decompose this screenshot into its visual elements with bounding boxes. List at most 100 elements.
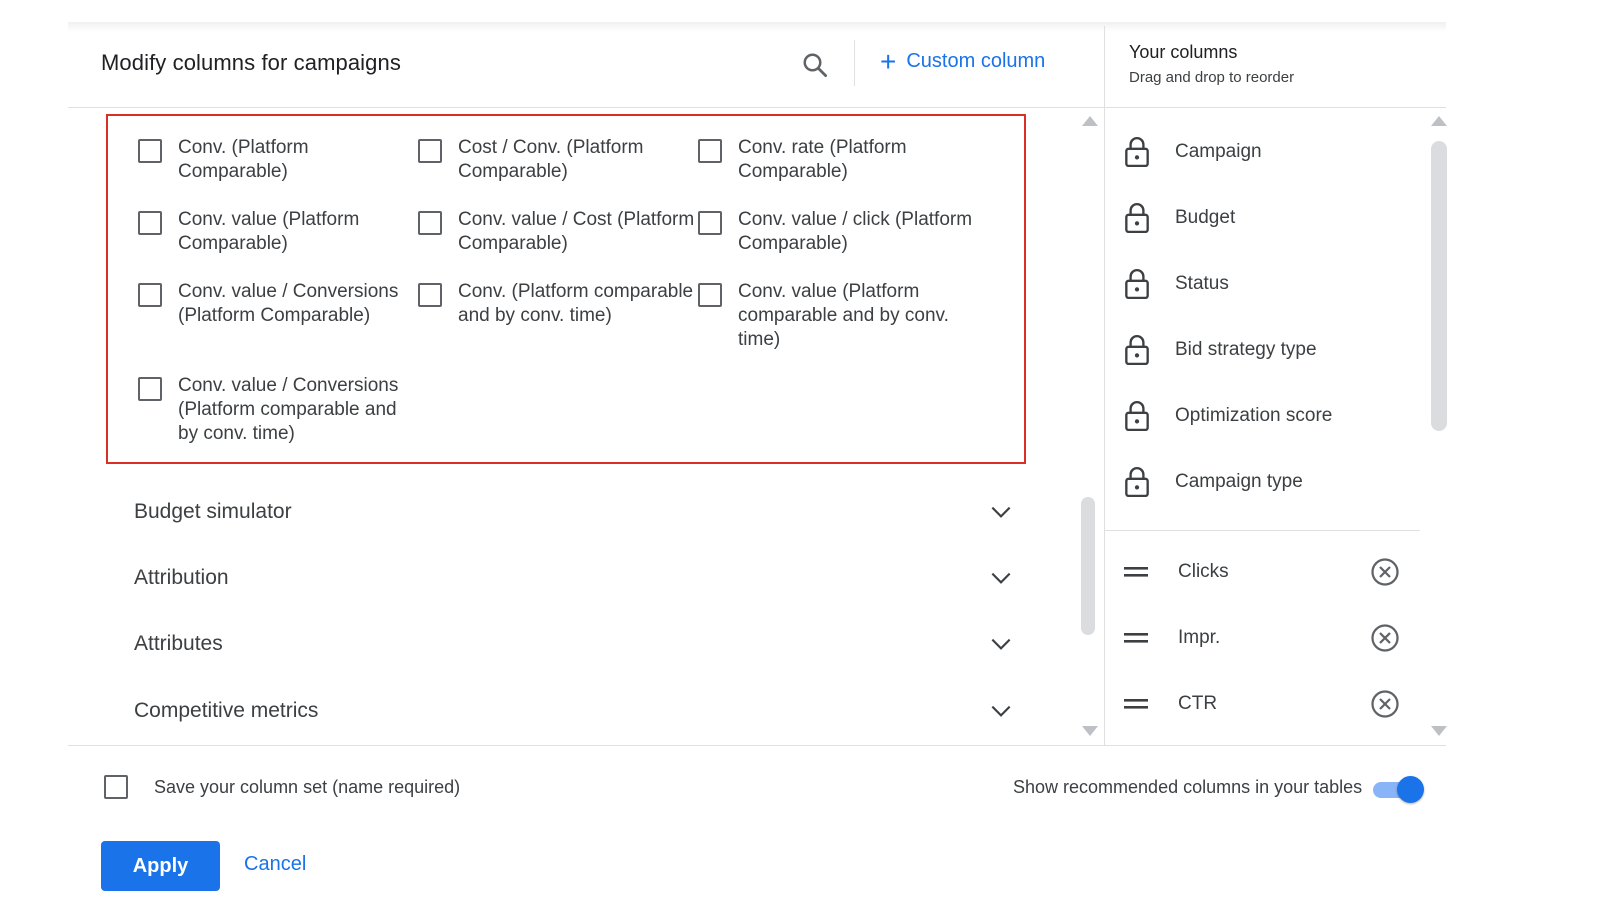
- lock-icon: [1125, 334, 1149, 366]
- your-columns-subtitle: Drag and drop to reorder: [1129, 69, 1295, 86]
- metric-checkbox-item[interactable]: Conv. value / Cost (Platform Comparable): [418, 208, 698, 256]
- column-label: Budget: [1175, 207, 1236, 228]
- drag-handle-icon[interactable]: [1124, 632, 1148, 644]
- locked-column-item: Optimization score: [1124, 396, 1332, 436]
- metric-checkbox-item[interactable]: Cost / Conv. (Platform Comparable): [418, 136, 698, 184]
- lock-icon: [1125, 466, 1149, 498]
- toggle-knob: [1397, 776, 1424, 803]
- recommended-columns-label: Show recommended columns in your tables: [1013, 777, 1363, 797]
- column-label: Optimization score: [1175, 405, 1333, 426]
- chevron-down-icon: [991, 506, 1011, 518]
- section-label: Competitive metrics: [134, 699, 319, 722]
- metric-checkbox-item[interactable]: Conv. value / Conversions (Platform comp…: [138, 374, 418, 446]
- checkbox[interactable]: [698, 139, 722, 163]
- save-column-set-checkbox[interactable]: [104, 775, 128, 799]
- checkbox[interactable]: [138, 139, 162, 163]
- save-column-set-option[interactable]: Save your column set (name required): [104, 775, 460, 799]
- checkbox[interactable]: [138, 283, 162, 307]
- locked-column-item: Budget: [1124, 198, 1235, 238]
- section-competitive-metrics[interactable]: Competitive metrics: [134, 686, 1014, 736]
- metric-label: Conv. value / Cost (Platform Comparable): [458, 209, 695, 254]
- footer-divider: [68, 745, 1446, 746]
- save-column-set-label: Save your column set (name required): [154, 776, 461, 797]
- metric-checkbox-item[interactable]: Conv. rate (Platform Comparable): [698, 136, 978, 184]
- metric-label: Conv. value / click (Platform Comparable…: [738, 209, 973, 254]
- checkbox[interactable]: [138, 377, 162, 401]
- checkbox[interactable]: [418, 211, 442, 235]
- remove-circle-icon[interactable]: [1370, 623, 1400, 653]
- checkbox[interactable]: [418, 283, 442, 307]
- movable-column-item[interactable]: CTR: [1124, 684, 1400, 724]
- scrollbar-thumb[interactable]: [1081, 497, 1095, 635]
- scroll-down-arrow[interactable]: [1082, 726, 1098, 736]
- column-label: Campaign: [1175, 141, 1262, 162]
- locked-columns-divider: [1104, 530, 1420, 531]
- column-label: Campaign type: [1175, 471, 1303, 492]
- section-label: Attribution: [134, 566, 229, 589]
- scroll-up-arrow[interactable]: [1082, 116, 1098, 126]
- search-icon[interactable]: [800, 50, 830, 80]
- your-columns-title: Your columns: [1129, 42, 1238, 62]
- chevron-down-icon: [991, 705, 1011, 717]
- locked-column-item: Campaign: [1124, 132, 1262, 172]
- lock-icon: [1125, 268, 1149, 300]
- column-label: CTR: [1178, 693, 1218, 714]
- metric-label: Conv. value / Conversions (Platform Comp…: [178, 281, 399, 326]
- section-budget-simulator[interactable]: Budget simulator: [134, 487, 1014, 537]
- metric-checkbox-item[interactable]: Conv. value (Platform Comparable): [138, 208, 418, 256]
- remove-circle-icon[interactable]: [1370, 557, 1400, 587]
- highlighted-metrics-group: Conv. (Platform Comparable) Cost / Conv.…: [106, 114, 1026, 464]
- lock-icon: [1125, 202, 1149, 234]
- cancel-button[interactable]: Cancel: [244, 853, 306, 876]
- metric-label: Cost / Conv. (Platform Comparable): [458, 137, 644, 182]
- section-label: Budget simulator: [134, 500, 292, 523]
- locked-column-item: Campaign type: [1124, 462, 1303, 502]
- remove-circle-icon[interactable]: [1370, 689, 1400, 719]
- plus-icon: +: [880, 45, 897, 77]
- drag-handle-icon[interactable]: [1124, 566, 1148, 578]
- apply-button[interactable]: Apply: [101, 841, 220, 891]
- section-attributes[interactable]: Attributes: [134, 619, 1014, 669]
- column-label: Clicks: [1178, 561, 1229, 582]
- custom-column-button[interactable]: + Custom column: [880, 45, 1046, 77]
- drag-handle-icon[interactable]: [1124, 698, 1148, 710]
- checkbox[interactable]: [698, 283, 722, 307]
- metric-label: Conv. value (Platform Comparable): [178, 209, 360, 254]
- scrollbar-thumb[interactable]: [1431, 141, 1447, 431]
- column-label: Impr.: [1178, 627, 1221, 648]
- lock-icon: [1125, 400, 1149, 432]
- metric-checkbox-item[interactable]: Conv. (Platform Comparable): [138, 136, 418, 184]
- dialog-title: Modify columns for campaigns: [101, 50, 401, 75]
- metric-checkbox-item[interactable]: Conv. value (Platform comparable and by …: [698, 280, 978, 352]
- movable-column-item[interactable]: Clicks: [1124, 552, 1400, 592]
- recommended-columns-toggle[interactable]: [1373, 776, 1424, 803]
- checkbox[interactable]: [138, 211, 162, 235]
- metric-label: Conv. value / Conversions (Platform comp…: [178, 375, 399, 444]
- chevron-down-icon: [991, 638, 1011, 650]
- header-divider: [854, 40, 855, 86]
- metric-label: Conv. value (Platform comparable and by …: [738, 281, 949, 350]
- metric-label: Conv. (Platform comparable and by conv. …: [458, 281, 694, 326]
- metric-label: Conv. (Platform Comparable): [178, 137, 309, 182]
- metric-checkbox-item[interactable]: Conv. (Platform comparable and by conv. …: [418, 280, 698, 328]
- scroll-down-arrow[interactable]: [1431, 726, 1447, 736]
- section-attribution[interactable]: Attribution: [134, 553, 1014, 603]
- column-label: Bid strategy type: [1175, 339, 1317, 360]
- custom-column-label: Custom column: [906, 50, 1046, 72]
- chevron-down-icon: [991, 572, 1011, 584]
- column-label: Status: [1175, 273, 1229, 294]
- panel-divider: [1104, 26, 1105, 746]
- checkbox[interactable]: [418, 139, 442, 163]
- lock-icon: [1125, 136, 1149, 168]
- section-label: Attributes: [134, 632, 223, 655]
- dialog-header: Modify columns for campaigns + Custom co…: [68, 26, 1104, 108]
- your-columns-header: Your columns Drag and drop to reorder: [1104, 26, 1446, 108]
- metric-checkbox-item[interactable]: Conv. value / click (Platform Comparable…: [698, 208, 978, 256]
- locked-column-item: Bid strategy type: [1124, 330, 1317, 370]
- checkbox[interactable]: [698, 211, 722, 235]
- scroll-up-arrow[interactable]: [1431, 116, 1447, 126]
- metric-checkbox-item[interactable]: Conv. value / Conversions (Platform Comp…: [138, 280, 418, 328]
- metric-label: Conv. rate (Platform Comparable): [738, 137, 907, 182]
- movable-column-item[interactable]: Impr.: [1124, 618, 1400, 658]
- locked-column-item: Status: [1124, 264, 1229, 304]
